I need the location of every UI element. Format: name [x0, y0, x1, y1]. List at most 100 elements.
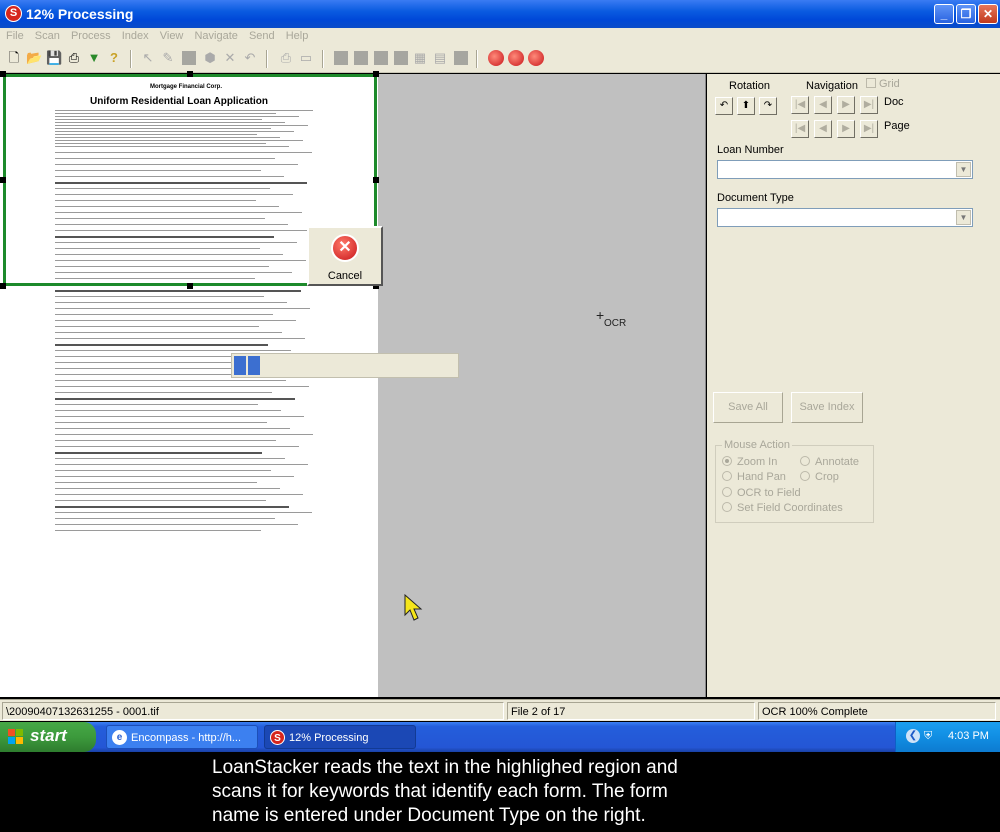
- start-button[interactable]: start: [0, 722, 96, 752]
- radio-dot[interactable]: [800, 471, 810, 481]
- layout-4-icon[interactable]: [394, 51, 408, 65]
- document-viewer[interactable]: Mortgage Financial Corp. Uniform Residen…: [0, 71, 706, 697]
- grid-checkbox[interactable]: Grid: [866, 78, 900, 90]
- toolbar-separator: [130, 50, 132, 68]
- task-encompass[interactable]: e Encompass - http://h...: [106, 725, 258, 749]
- doc-prev-button[interactable]: ◀: [814, 96, 832, 114]
- back-arrow-icon[interactable]: ❮: [906, 729, 920, 743]
- task-processing[interactable]: S 12% Processing: [264, 725, 416, 749]
- layout-3-icon[interactable]: [374, 51, 388, 65]
- selection-handle[interactable]: [187, 283, 193, 289]
- rotate-left-button[interactable]: ↶: [715, 97, 733, 115]
- menu-help[interactable]: Help: [286, 28, 309, 45]
- menu-file[interactable]: File: [6, 28, 24, 45]
- radio-crop[interactable]: Crop: [800, 471, 839, 483]
- fit-page-icon[interactable]: [454, 51, 468, 65]
- document-text-line: [55, 440, 276, 441]
- lifebuoy-icon[interactable]: [488, 50, 504, 66]
- print-preview-icon[interactable]: ⎙: [278, 50, 294, 66]
- document-text-line: [55, 344, 268, 346]
- menu-send[interactable]: Send: [249, 28, 275, 45]
- alert-icon[interactable]: [528, 50, 544, 66]
- index-panel: Rotation ↶ ⬆ ↷ Navigation Grid |◀ ◀ ▶ ▶|…: [707, 74, 1000, 697]
- radio-dot[interactable]: [722, 502, 732, 512]
- save-icon[interactable]: 💾: [46, 50, 62, 66]
- radio-zoom-in[interactable]: Zoom In: [722, 456, 777, 468]
- chevron-down-icon[interactable]: ▼: [956, 162, 971, 177]
- chevron-down-icon[interactable]: ▼: [956, 210, 971, 225]
- document-text-line: [55, 380, 286, 381]
- menu-view[interactable]: View: [160, 28, 184, 45]
- status-ocr: OCR 100% Complete: [758, 702, 996, 720]
- selection-handle[interactable]: [373, 71, 379, 77]
- radio-dot[interactable]: [722, 487, 732, 497]
- document-text-line: [55, 404, 258, 405]
- loanstacker-app-icon[interactable]: S: [5, 5, 22, 22]
- print-icon[interactable]: ⎙: [66, 50, 82, 66]
- radio-annotate[interactable]: Annotate: [800, 456, 859, 468]
- grid-label: Grid: [879, 78, 900, 90]
- layout-1-icon[interactable]: [334, 51, 348, 65]
- rotate-up-button[interactable]: ⬆: [737, 97, 755, 115]
- selection-handle[interactable]: [0, 71, 6, 77]
- stamp-icon[interactable]: ⬢: [202, 50, 218, 66]
- radio-dot[interactable]: [722, 456, 732, 466]
- title-bar[interactable]: S 12% Processing _ ❐ ✕: [0, 0, 1000, 28]
- document-type-combo[interactable]: ▼: [717, 208, 973, 227]
- menu-navigate[interactable]: Navigate: [194, 28, 237, 45]
- page-first-button[interactable]: |◀: [791, 120, 809, 138]
- menu-process[interactable]: Process: [71, 28, 111, 45]
- radio-set-field-coordinates[interactable]: Set Field Coordinates: [722, 502, 843, 514]
- clock[interactable]: 4:03 PM: [948, 730, 989, 742]
- radio-dot[interactable]: [722, 471, 732, 481]
- radio-ocr-to-field[interactable]: OCR to Field: [722, 487, 801, 499]
- menu-scan[interactable]: Scan: [35, 28, 60, 45]
- loan-number-combo[interactable]: ▼: [717, 160, 973, 179]
- selection-handle[interactable]: [373, 177, 379, 183]
- delete-icon[interactable]: ✕: [222, 50, 238, 66]
- pen-icon[interactable]: ✎: [160, 50, 176, 66]
- document-text-line: [55, 434, 313, 435]
- cancel-x-icon: ✕: [331, 234, 359, 262]
- page-last-button[interactable]: ▶|: [860, 120, 878, 138]
- minimize-button[interactable]: _: [934, 4, 954, 24]
- support-icon[interactable]: [508, 50, 524, 66]
- undo-icon[interactable]: ↶: [242, 50, 258, 66]
- doc-next-button[interactable]: ▶: [837, 96, 855, 114]
- rotate-right-button[interactable]: ↷: [759, 97, 777, 115]
- document-text-line: [55, 482, 257, 483]
- selection-handle[interactable]: [0, 177, 6, 183]
- save-index-button[interactable]: Save Index: [791, 392, 863, 423]
- cancel-processing-button[interactable]: ✕ Cancel: [307, 226, 383, 286]
- save-all-button[interactable]: Save All: [713, 392, 783, 423]
- grid-view-icon[interactable]: ▦: [412, 50, 428, 66]
- document-text-line: [55, 446, 299, 447]
- document-text-line: [55, 458, 285, 459]
- selection-handle[interactable]: [187, 71, 193, 77]
- antivirus-icon[interactable]: ⛨: [924, 730, 932, 743]
- doc-label: Doc: [884, 96, 904, 108]
- close-button[interactable]: ✕: [978, 4, 998, 24]
- layout-2-icon[interactable]: [354, 51, 368, 65]
- new-document-icon[interactable]: 🗋: [6, 50, 22, 66]
- page-next-button[interactable]: ▶: [837, 120, 855, 138]
- document-text-line: [55, 392, 272, 393]
- caption-text: LoanStacker reads the text in the highli…: [212, 757, 678, 826]
- grid-checkbox-box[interactable]: [866, 78, 876, 88]
- export-icon[interactable]: ▭: [298, 50, 314, 66]
- radio-hand-pan[interactable]: Hand Pan: [722, 471, 786, 483]
- pointer-icon[interactable]: ↖: [140, 50, 156, 66]
- page-prev-button[interactable]: ◀: [814, 120, 832, 138]
- scan-icon[interactable]: ▼: [86, 50, 102, 66]
- doc-last-button[interactable]: ▶|: [860, 96, 878, 114]
- document-text-line: [55, 518, 275, 519]
- fit-width-icon[interactable]: ▤: [432, 50, 448, 66]
- radio-dot[interactable]: [800, 456, 810, 466]
- cut-page-icon[interactable]: [182, 51, 196, 65]
- doc-first-button[interactable]: |◀: [791, 96, 809, 114]
- maximize-button[interactable]: ❐: [956, 4, 976, 24]
- selection-handle[interactable]: [0, 283, 6, 289]
- open-folder-icon[interactable]: 📂: [26, 50, 42, 66]
- help-icon[interactable]: ?: [106, 50, 122, 66]
- menu-index[interactable]: Index: [122, 28, 149, 45]
